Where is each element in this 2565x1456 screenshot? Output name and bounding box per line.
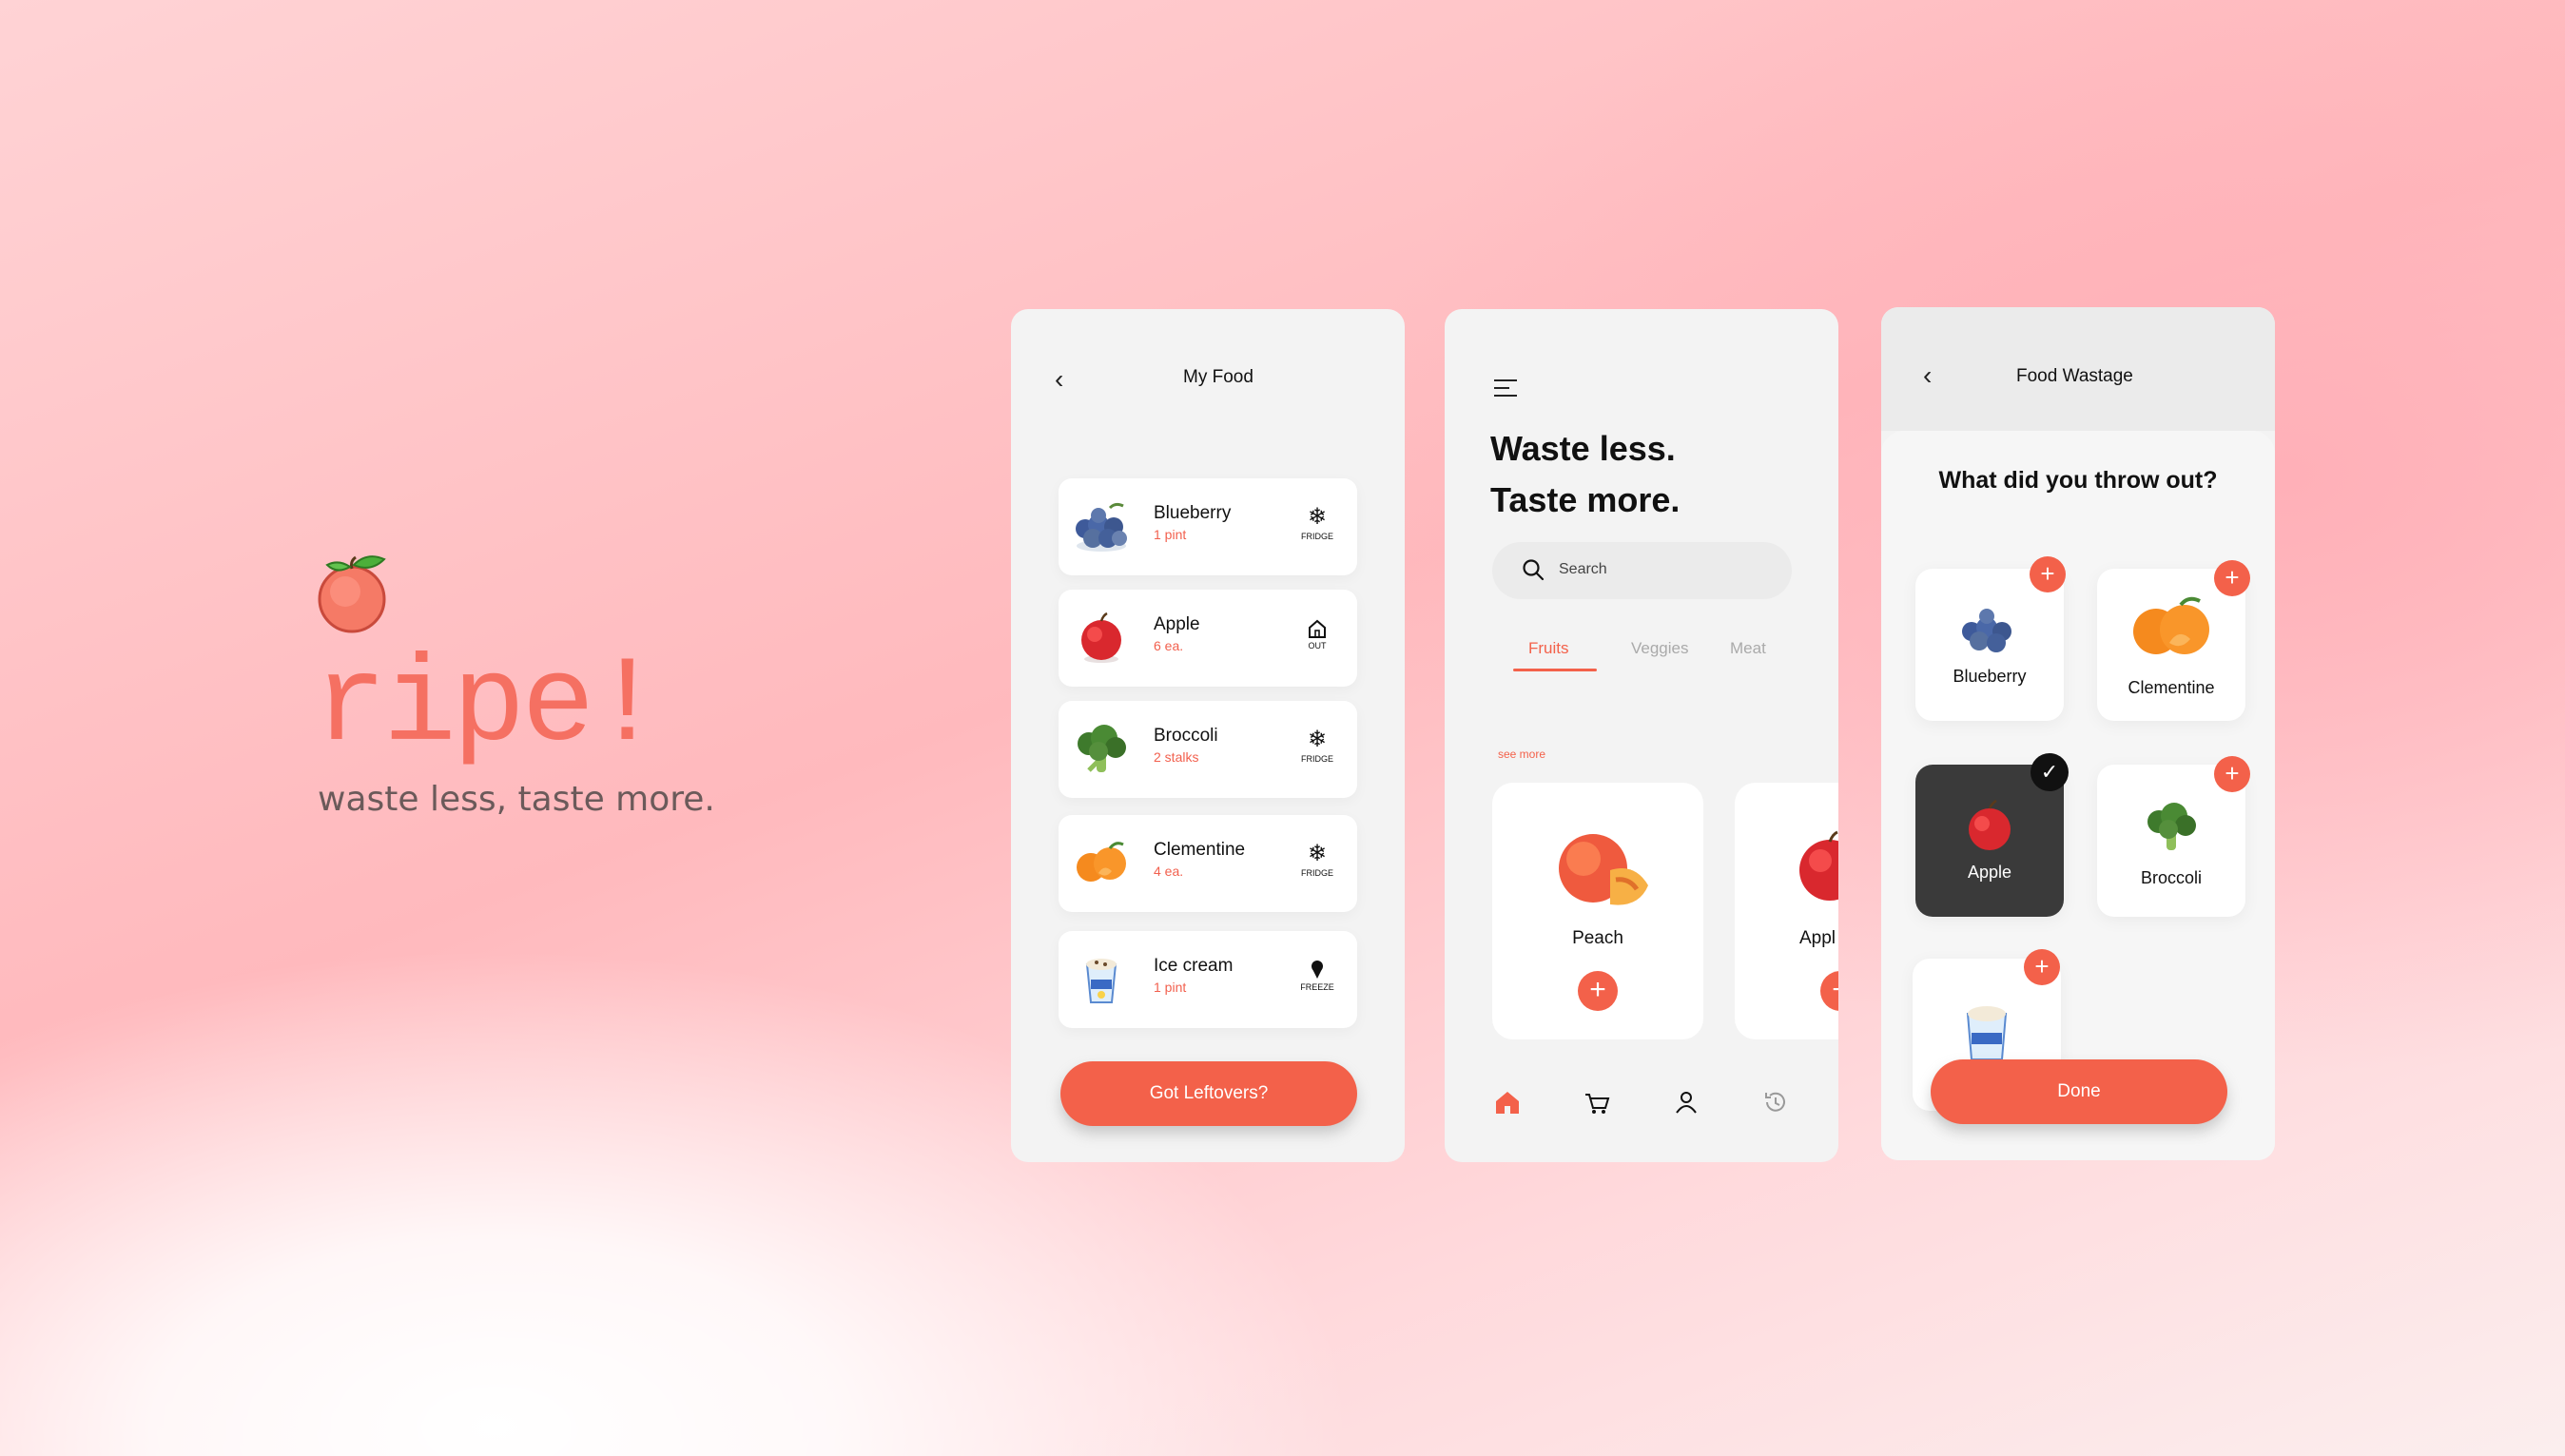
menu-icon[interactable] xyxy=(1494,379,1517,402)
brand-name: ripe! xyxy=(314,638,664,776)
clementine-image xyxy=(2133,596,2209,654)
search-input[interactable]: Search xyxy=(1492,542,1792,599)
brand-tagline: waste less, taste more. xyxy=(318,780,715,819)
broccoli-image xyxy=(2147,803,2196,850)
add-ice-cream-button[interactable]: + xyxy=(2024,949,2060,985)
add-button[interactable]: + xyxy=(1820,971,1838,1011)
add-clementine-button[interactable]: + xyxy=(2214,560,2250,596)
tab-veggies[interactable]: Veggies xyxy=(1631,639,1689,658)
snowflake-icon: ❄ xyxy=(1307,727,1328,752)
snowflake-icon: ❄ xyxy=(1307,504,1328,530)
location-badge: ❄ FRIDGE xyxy=(1296,841,1338,879)
headline: Waste less. Taste more. xyxy=(1490,429,1681,519)
ice-cream-tub-image xyxy=(1085,959,1117,1003)
done-button[interactable]: Done xyxy=(1931,1059,2227,1124)
clementine-image xyxy=(1077,842,1126,882)
page-title: Food Wastage xyxy=(2016,366,2133,386)
tile-label: Broccoli xyxy=(2140,868,2203,887)
back-chevron-icon[interactable]: ‹ xyxy=(1923,360,1932,391)
back-chevron-icon[interactable]: ‹ xyxy=(1055,364,1063,395)
location-badge: OUT xyxy=(1296,616,1338,650)
cart-icon[interactable] xyxy=(1582,1087,1612,1117)
food-item-broccoli[interactable]: Broccoli 2 stalks ❄ FRIDGE xyxy=(1059,701,1357,798)
snowflake-icon: ❄ xyxy=(1307,841,1328,866)
add-broccoli-button[interactable]: + xyxy=(2214,756,2250,792)
question-heading: What did you throw out? xyxy=(1938,467,2218,494)
brand-block: ripe! waste less, taste more. xyxy=(314,552,715,819)
food-wastage-screen: ‹ Food Wastage What did you throw out? B… xyxy=(1881,307,2275,1160)
blueberry-image xyxy=(1076,502,1127,552)
add-button[interactable]: + xyxy=(1578,971,1618,1011)
active-tab-indicator xyxy=(1513,669,1597,671)
food-item-ice-cream[interactable]: Ice cream 1 pint FREEZE xyxy=(1059,931,1357,1028)
ice-cream-icon xyxy=(1312,961,1323,979)
food-name: Apple xyxy=(1154,614,1200,634)
tab-fruits[interactable]: Fruits xyxy=(1528,639,1569,658)
location-badge: ❄ FRIDGE xyxy=(1296,504,1338,542)
location-badge: ❄ FRIDGE xyxy=(1296,727,1338,765)
apple-image xyxy=(1799,830,1838,901)
apple-image xyxy=(1081,612,1121,663)
location-badge: FREEZE xyxy=(1296,958,1338,992)
food-qty: 1 pint xyxy=(1154,527,1187,542)
product-name: Peach xyxy=(1572,928,1623,948)
food-name: Ice cream xyxy=(1154,956,1234,976)
tile-label: Clementine xyxy=(2128,678,2215,697)
check-icon[interactable]: ✓ xyxy=(2031,753,2069,791)
product-name: Appl xyxy=(1799,928,1836,948)
food-qty: 4 ea. xyxy=(1154,864,1184,879)
product-card-peach[interactable]: Peach + xyxy=(1492,783,1703,1039)
tile-label: Apple xyxy=(1967,863,2012,882)
see-more-link[interactable]: see more xyxy=(1498,747,1545,761)
peach-logo-icon xyxy=(318,555,386,633)
broccoli-image xyxy=(1078,725,1126,772)
search-icon xyxy=(1523,559,1545,581)
profile-icon[interactable] xyxy=(1671,1087,1701,1117)
home-icon[interactable] xyxy=(1492,1087,1523,1117)
product-card-apple[interactable]: Appl + xyxy=(1735,783,1838,1039)
peach-image xyxy=(1559,834,1648,905)
tile-label: Blueberry xyxy=(1953,667,2027,686)
apple-image xyxy=(1969,799,2011,850)
food-item-apple[interactable]: Apple 6 ea. OUT xyxy=(1059,590,1357,687)
search-placeholder: Search xyxy=(1559,561,1607,577)
food-item-blueberry[interactable]: Blueberry 1 pint ❄ FRIDGE xyxy=(1059,478,1357,575)
my-food-screen: ‹ My Food Blueberry 1 pint ❄ FRIDGE Appl… xyxy=(1011,309,1405,1162)
ice-cream-tub-image xyxy=(1966,1006,2008,1060)
food-item-clementine[interactable]: Clementine 4 ea. ❄ FRIDGE xyxy=(1059,815,1357,912)
house-icon xyxy=(1309,619,1326,638)
food-qty: 1 pint xyxy=(1154,980,1187,995)
food-name: Broccoli xyxy=(1154,726,1218,746)
food-qty: 6 ea. xyxy=(1154,638,1184,653)
tab-meat[interactable]: Meat xyxy=(1730,639,1766,658)
add-blueberry-button[interactable]: + xyxy=(2030,556,2066,592)
blueberry-image xyxy=(1962,609,2011,652)
food-name: Blueberry xyxy=(1154,503,1232,523)
history-icon[interactable] xyxy=(1760,1087,1791,1117)
page-title: My Food xyxy=(1183,367,1253,387)
food-qty: 2 stalks xyxy=(1154,749,1199,765)
home-screen: Waste less. Taste more. Search Fruits Ve… xyxy=(1445,309,1838,1162)
food-name: Clementine xyxy=(1154,840,1246,860)
got-leftovers-button[interactable]: Got Leftovers? xyxy=(1060,1061,1357,1126)
